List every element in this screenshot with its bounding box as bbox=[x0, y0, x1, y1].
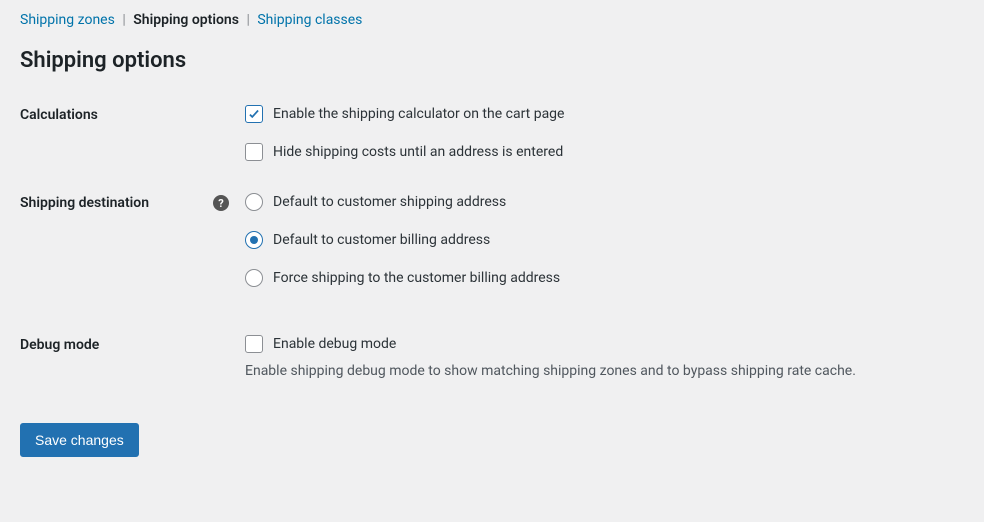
destination-billing-label[interactable]: Default to customer billing address bbox=[273, 232, 490, 248]
calculations-label: Calculations bbox=[0, 93, 245, 181]
destination-billing-radio[interactable] bbox=[245, 231, 263, 249]
hide-costs-label[interactable]: Hide shipping costs until an address is … bbox=[273, 144, 563, 160]
destination-shipping-label[interactable]: Default to customer shipping address bbox=[273, 194, 506, 210]
tab-separator: | bbox=[246, 12, 249, 28]
debug-description: Enable shipping debug mode to show match… bbox=[245, 363, 964, 379]
hide-costs-checkbox[interactable] bbox=[245, 143, 263, 161]
tab-shipping-options[interactable]: Shipping options bbox=[133, 12, 239, 28]
enable-debug-label[interactable]: Enable debug mode bbox=[273, 336, 396, 352]
enable-calculator-checkbox[interactable] bbox=[245, 105, 263, 123]
tab-shipping-zones[interactable]: Shipping zones bbox=[20, 12, 115, 28]
destination-shipping-radio[interactable] bbox=[245, 193, 263, 211]
tab-shipping-classes[interactable]: Shipping classes bbox=[257, 12, 362, 28]
tab-separator: | bbox=[122, 12, 125, 28]
page-title: Shipping options bbox=[0, 36, 984, 93]
help-icon[interactable]: ? bbox=[213, 195, 229, 211]
save-button[interactable]: Save changes bbox=[20, 423, 139, 457]
check-icon bbox=[247, 107, 261, 121]
debug-mode-label: Debug mode bbox=[0, 323, 245, 399]
enable-debug-checkbox[interactable] bbox=[245, 335, 263, 353]
enable-calculator-label[interactable]: Enable the shipping calculator on the ca… bbox=[273, 106, 564, 122]
shipping-destination-label: Shipping destination bbox=[20, 195, 149, 211]
destination-force-label[interactable]: Force shipping to the customer billing a… bbox=[273, 270, 560, 286]
destination-force-radio[interactable] bbox=[245, 269, 263, 287]
sub-tabs: Shipping zones | Shipping options | Ship… bbox=[0, 0, 984, 36]
